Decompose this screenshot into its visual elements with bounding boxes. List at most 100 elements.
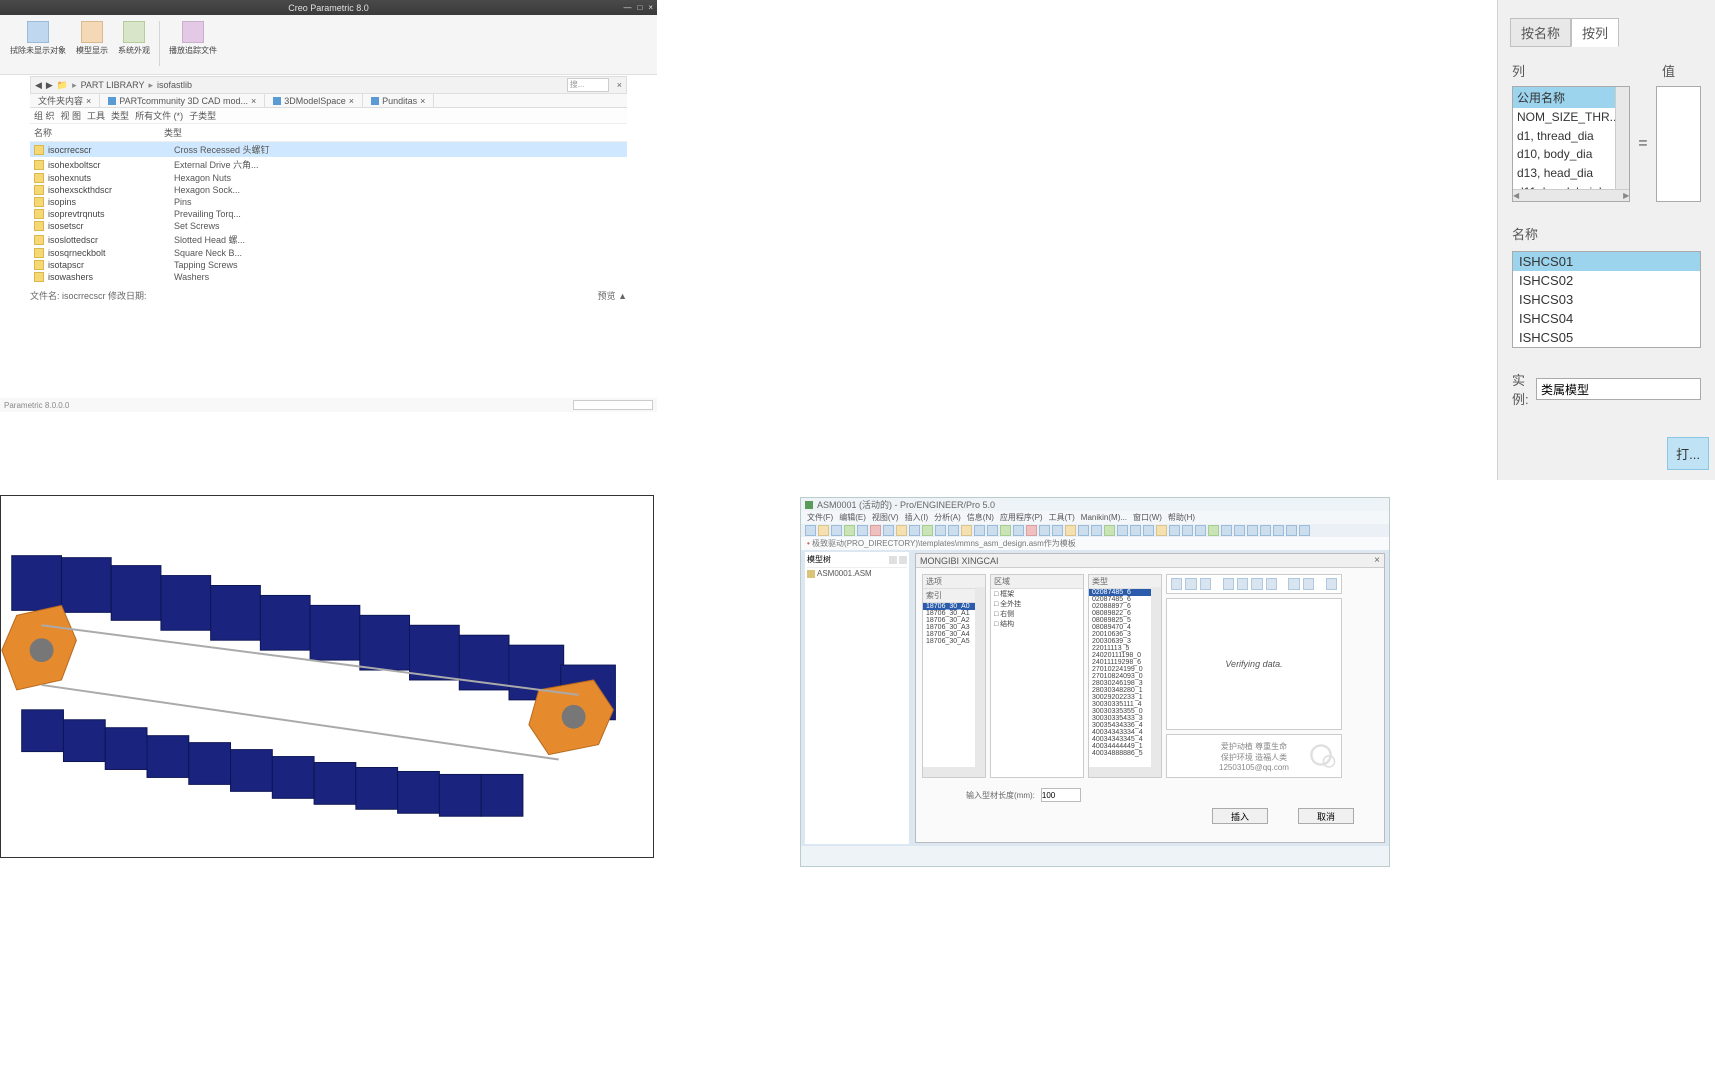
file-row[interactable]: isohexsckthdscrHexagon Sock... (30, 184, 627, 196)
tab-by-column[interactable]: 按列 (1571, 18, 1619, 47)
column-item[interactable]: d1, thread_dia (1513, 127, 1629, 146)
tool-icon[interactable] (1104, 525, 1115, 536)
tool-icon[interactable] (1221, 525, 1232, 536)
bc-back-icon[interactable]: ◀ (35, 80, 42, 91)
tab-close-icon[interactable]: × (420, 96, 425, 106)
tab-punditas[interactable]: Punditas× (363, 94, 434, 107)
column-item[interactable]: d13, head_dia (1513, 164, 1629, 183)
tool-icon[interactable] (1195, 525, 1206, 536)
tool-icon[interactable] (1091, 525, 1102, 536)
tool-icon[interactable] (987, 525, 998, 536)
instance-input[interactable] (1536, 378, 1701, 400)
tool-icon[interactable] (1039, 525, 1050, 536)
bc-fwd-icon[interactable]: ▶ (46, 80, 53, 91)
tool-icon[interactable] (1013, 525, 1024, 536)
tool-icon[interactable] (883, 525, 894, 536)
preview-toggle[interactable]: 预览 ▲ (598, 289, 627, 302)
cancel-button[interactable]: 取消 (1298, 808, 1354, 824)
tree-settings-icon[interactable] (889, 556, 897, 564)
preview-tool-icon[interactable] (1171, 578, 1182, 590)
tool-icon[interactable] (870, 525, 881, 536)
option-list[interactable]: 选项 索引 18706_30_A0 18706_30_A1 18706_30_A… (922, 574, 986, 778)
preview-tool-icon[interactable] (1223, 578, 1234, 590)
type-filter[interactable]: 所有文件 (*) (135, 109, 183, 122)
length-input[interactable] (1041, 788, 1081, 802)
menu-edit[interactable]: 编辑(E) (839, 512, 866, 523)
hscrollbar[interactable]: ◀▶ (1513, 189, 1629, 201)
ribbon-system-appearance[interactable]: 系统外观 (114, 19, 154, 69)
file-row[interactable]: isosetscrSet Screws (30, 220, 627, 232)
model-tree[interactable]: 模型树 ASM0001.ASM (805, 552, 909, 844)
column-item[interactable]: 公用名称 (1513, 87, 1629, 108)
tool-icon[interactable] (1078, 525, 1089, 536)
preview-tool-icon[interactable] (1266, 578, 1277, 590)
close-browser-icon[interactable]: × (617, 80, 622, 90)
name-item[interactable]: ISHCS02 (1513, 271, 1700, 290)
ribbon-model-display[interactable]: 模型显示 (72, 19, 112, 69)
tree-item-asm[interactable]: ASM0001.ASM (807, 568, 907, 579)
breadcrumb[interactable]: ◀ ▶ 📁 ▸ PART LIBRARY ▸ isofastlib 搜... × (30, 76, 627, 94)
vscrollbar[interactable] (1151, 587, 1161, 767)
col-header-type[interactable]: 类型 (164, 126, 182, 139)
tree-show-icon[interactable] (899, 556, 907, 564)
name-listbox[interactable]: ISHCS01 ISHCS02 ISHCS03 ISHCS04 ISHCS05 (1512, 251, 1701, 348)
preview-tool-icon[interactable] (1237, 578, 1248, 590)
tool-icon[interactable] (1156, 525, 1167, 536)
tool-icon[interactable] (909, 525, 920, 536)
preview-tool-icon[interactable] (1288, 578, 1299, 590)
tool-icon[interactable] (1247, 525, 1258, 536)
dialog-close-icon[interactable]: × (1374, 555, 1380, 566)
tab-by-name[interactable]: 按名称 (1510, 18, 1571, 47)
close-button[interactable]: × (648, 3, 653, 12)
tool-icon[interactable] (1169, 525, 1180, 536)
insert-button[interactable]: 插入 (1212, 808, 1268, 824)
ribbon-play-trace-file[interactable]: 播放追踪文件 (165, 19, 221, 69)
tool-icon[interactable] (896, 525, 907, 536)
file-row[interactable]: isowashersWashers (30, 271, 627, 283)
zone-list[interactable]: 区域 □ 框架 □ 全外挂 □ 右侧 □ 结构 (990, 574, 1084, 778)
tool-icon[interactable] (974, 525, 985, 536)
tool-icon[interactable] (1234, 525, 1245, 536)
file-row[interactable]: isopinsPins (30, 196, 627, 208)
file-row[interactable]: isohexboltscrExternal Drive 六角... (30, 157, 627, 172)
file-row[interactable]: isoprevtrqnutsPrevailing Torq... (30, 208, 627, 220)
preview-tool-icon[interactable] (1200, 578, 1211, 590)
menu-help[interactable]: 帮助(H) (1168, 512, 1195, 523)
preview-tool-icon[interactable] (1326, 578, 1337, 590)
tool-icon[interactable] (805, 525, 816, 536)
tool-icon[interactable] (1260, 525, 1271, 536)
file-row[interactable]: isohexnutsHexagon Nuts (30, 172, 627, 184)
col-header-name[interactable]: 名称 (34, 126, 164, 139)
hscrollbar[interactable] (923, 767, 985, 777)
tool-icon[interactable] (1299, 525, 1310, 536)
vscrollbar[interactable] (1615, 87, 1629, 189)
value-listbox[interactable] (1656, 86, 1701, 202)
preview-viewport[interactable]: Verifying data. (1166, 598, 1342, 730)
name-item[interactable]: ISHCS03 (1513, 290, 1700, 309)
tool-icon[interactable] (1026, 525, 1037, 536)
preview-tool-icon[interactable] (1251, 578, 1262, 590)
minimize-button[interactable]: — (623, 3, 631, 12)
tab-partcommunity[interactable]: PARTcommunity 3D CAD mod...× (100, 94, 265, 107)
menu-tools[interactable]: 工具(T) (1049, 512, 1075, 523)
open-button[interactable]: 打... (1667, 437, 1709, 470)
menu-info[interactable]: 信息(N) (967, 512, 994, 523)
tool-icon[interactable] (1065, 525, 1076, 536)
menu-manikin[interactable]: Manikin(M)... (1081, 513, 1127, 522)
maximize-button[interactable]: □ (637, 3, 642, 12)
name-item[interactable]: ISHCS01 (1513, 252, 1700, 271)
name-item[interactable]: ISHCS05 (1513, 328, 1700, 347)
tool-icon[interactable] (818, 525, 829, 536)
tool-icon[interactable] (1130, 525, 1141, 536)
view-menu[interactable]: 视 图 (61, 109, 82, 122)
tool-icon[interactable] (857, 525, 868, 536)
menu-view[interactable]: 视图(V) (872, 512, 899, 523)
tool-icon[interactable] (948, 525, 959, 536)
tool-icon[interactable] (1117, 525, 1128, 536)
name-item[interactable]: ISHCS04 (1513, 309, 1700, 328)
tool-icon[interactable] (831, 525, 842, 536)
column-item[interactable]: NOM_SIZE_THR... (1513, 108, 1629, 127)
menu-file[interactable]: 文件(F) (807, 512, 833, 523)
preview-tool-icon[interactable] (1303, 578, 1314, 590)
file-row[interactable]: isosqrneckboltSquare Neck B... (30, 247, 627, 259)
